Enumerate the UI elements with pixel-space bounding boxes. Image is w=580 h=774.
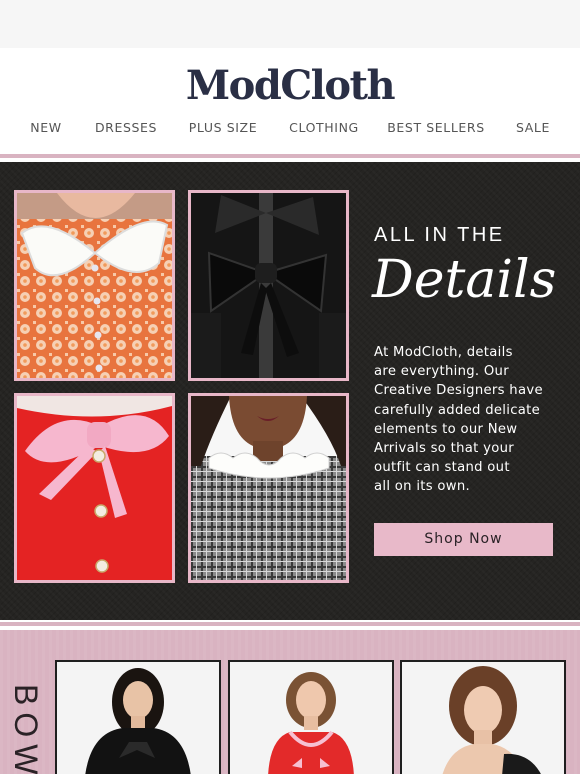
main-nav: NEW DRESSES PLUS SIZE CLOTHING BEST SELL… [0, 120, 580, 140]
bows-vertical-heading: BOWS [8, 684, 52, 774]
hero-body-copy: At ModCloth, details are everything. Our… [374, 343, 566, 497]
nav-item-plus-size[interactable]: PLUS SIZE [189, 120, 257, 135]
product-card-1[interactable] [55, 660, 221, 774]
body-line: all on its own. [374, 479, 471, 495]
vertical-heading-text: BOWS [8, 684, 44, 774]
body-line: outfit can stand out [374, 460, 510, 476]
nav-item-clothing[interactable]: CLOTHING [289, 120, 359, 135]
hero-headline: Details [372, 250, 557, 310]
shop-now-button[interactable]: Shop Now [374, 523, 553, 556]
modcloth-logo[interactable]: ModCloth [0, 62, 580, 109]
nav-item-best-sellers[interactable]: BEST SELLERS [387, 120, 485, 135]
orange-daisy-collar-photo[interactable] [14, 190, 175, 381]
product-card-3[interactable] [400, 660, 566, 774]
nav-item-new[interactable]: NEW [30, 120, 61, 135]
body-line: are everything. Our [374, 364, 509, 380]
body-line: elements to our New [374, 421, 518, 437]
product-card-2[interactable] [228, 660, 394, 774]
body-line: At ModCloth, details [374, 345, 513, 360]
body-line: Arrivals so that your [374, 441, 514, 457]
divider-stripe-top [0, 154, 580, 158]
top-spacer-bar [0, 0, 580, 48]
plaid-scallop-collar-photo[interactable] [188, 393, 349, 583]
black-velvet-bow-photo[interactable] [188, 190, 349, 381]
red-pink-bow-photo[interactable] [14, 393, 175, 583]
body-line: Creative Designers have [374, 383, 543, 399]
hero-kicker: ALL IN THE [374, 224, 505, 246]
divider-stripe-bottom [0, 622, 580, 626]
nav-item-dresses[interactable]: DRESSES [95, 120, 157, 135]
nav-item-sale[interactable]: SALE [516, 120, 550, 135]
body-line: carefully added delicate [374, 402, 541, 418]
